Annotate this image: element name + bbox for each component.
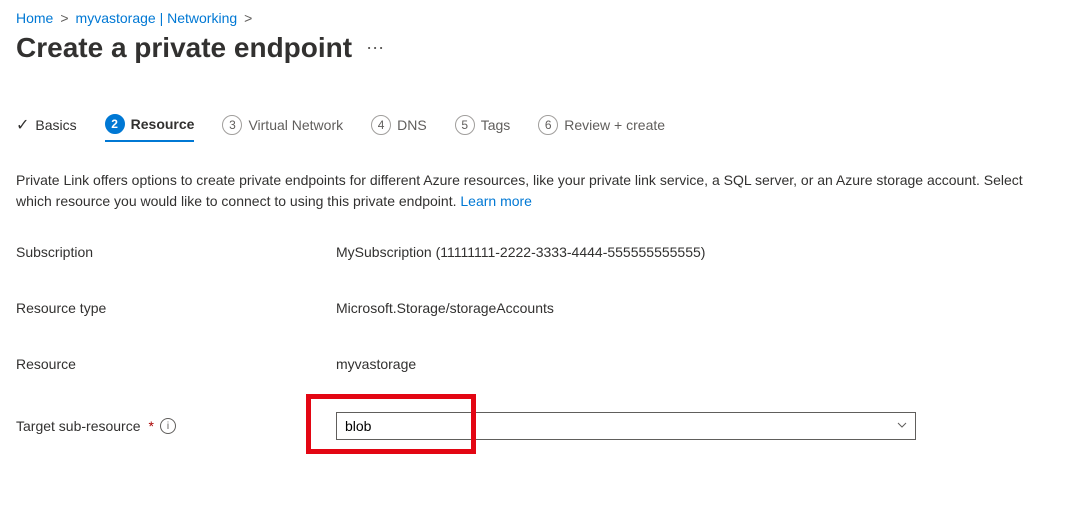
resource-value: myvastorage xyxy=(336,356,416,372)
breadcrumb-home-link[interactable]: Home xyxy=(16,10,53,26)
step-number-icon: 2 xyxy=(105,114,125,134)
target-sub-resource-label: Target sub-resource * i xyxy=(16,418,336,434)
chevron-right-icon: > xyxy=(60,10,68,26)
page-title: Create a private endpoint xyxy=(16,32,352,64)
step-number-icon: 4 xyxy=(371,115,391,135)
intro-description: Private Link offers options to create pr… xyxy=(16,170,1036,212)
required-indicator: * xyxy=(149,418,154,434)
learn-more-link[interactable]: Learn more xyxy=(460,193,532,209)
resource-label: Resource xyxy=(16,356,336,372)
step-number-icon: 5 xyxy=(455,115,475,135)
tab-resource-label: Resource xyxy=(131,116,195,132)
breadcrumb: Home > myvastorage | Networking > xyxy=(16,10,1072,26)
wizard-tabs: ✓ Basics 2 Resource 3 Virtual Network 4 … xyxy=(16,114,1072,142)
chevron-right-icon: > xyxy=(244,10,252,26)
tab-dns-label: DNS xyxy=(397,117,427,133)
info-icon[interactable]: i xyxy=(160,418,176,434)
tab-virtual-network-label: Virtual Network xyxy=(248,117,343,133)
step-number-icon: 6 xyxy=(538,115,558,135)
subscription-value: MySubscription (11111111-2222-3333-4444-… xyxy=(336,244,705,260)
tab-tags-label: Tags xyxy=(481,117,511,133)
tab-review-create-label: Review + create xyxy=(564,117,665,133)
more-actions-button[interactable]: ⋯ xyxy=(366,38,386,59)
target-sub-resource-select[interactable] xyxy=(336,412,916,440)
tab-resource[interactable]: 2 Resource xyxy=(105,114,195,142)
tab-basics-label: Basics xyxy=(35,117,76,133)
tab-tags[interactable]: 5 Tags xyxy=(455,115,511,141)
subscription-label: Subscription xyxy=(16,244,336,260)
tab-dns[interactable]: 4 DNS xyxy=(371,115,427,141)
breadcrumb-storage-link[interactable]: myvastorage | Networking xyxy=(76,10,238,26)
resource-type-label: Resource type xyxy=(16,300,336,316)
step-number-icon: 3 xyxy=(222,115,242,135)
tab-basics[interactable]: ✓ Basics xyxy=(16,115,77,141)
resource-type-value: Microsoft.Storage/storageAccounts xyxy=(336,300,554,316)
checkmark-icon: ✓ xyxy=(16,115,29,135)
tab-virtual-network[interactable]: 3 Virtual Network xyxy=(222,115,343,141)
tab-review-create[interactable]: 6 Review + create xyxy=(538,115,665,141)
